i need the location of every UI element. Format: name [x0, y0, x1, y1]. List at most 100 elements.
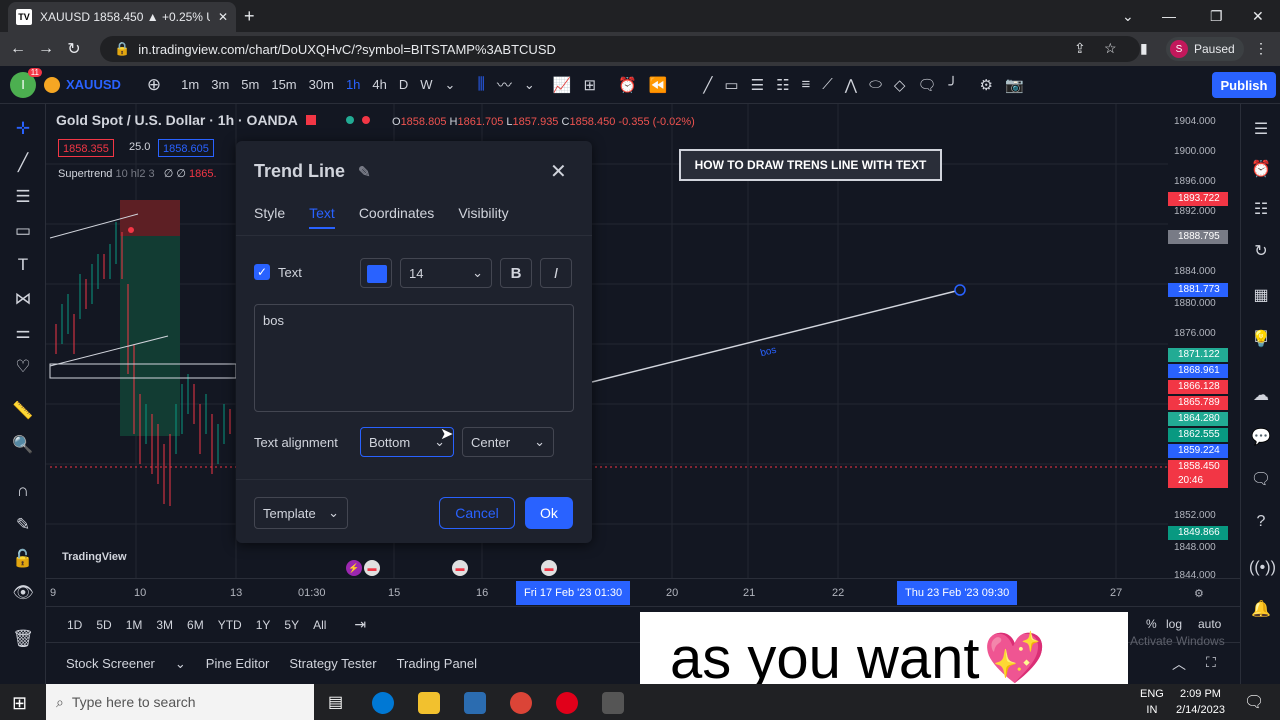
windows-start-icon[interactable]: ⊞	[12, 693, 27, 714]
buy-price[interactable]: 1858.605	[158, 139, 214, 157]
indicators-icon[interactable]: 📈	[547, 76, 578, 94]
tab-search-icon[interactable]: ⌄	[1122, 0, 1134, 32]
taskbar-search-input[interactable]: ⌕ Type here to search	[46, 684, 314, 720]
interval-1h[interactable]: 1h	[340, 77, 366, 92]
italic-toggle[interactable]: I	[540, 258, 572, 288]
flag-icon[interactable]	[305, 115, 316, 125]
range-all[interactable]: All	[306, 618, 333, 632]
close-tab-icon[interactable]: ✕	[218, 10, 228, 24]
auto-scale-toggle[interactable]: auto	[1198, 617, 1221, 631]
trash-icon[interactable]: 🗑	[10, 626, 36, 652]
broadcast-icon[interactable]: ((•))	[1249, 556, 1276, 580]
interval-15m[interactable]: 15m	[265, 77, 302, 92]
interval-3m[interactable]: 3m	[205, 77, 235, 92]
chats-icon[interactable]: 💬	[1249, 426, 1273, 450]
range-5y[interactable]: 5Y	[277, 618, 306, 632]
tab-stock-screener[interactable]: Stock Screener	[56, 656, 165, 671]
tab-coordinates[interactable]: Coordinates	[359, 205, 435, 229]
app-icon[interactable]	[602, 692, 624, 714]
interval-30m[interactable]: 30m	[303, 77, 340, 92]
bookmark-star-icon[interactable]: ☆	[1104, 40, 1117, 57]
user-avatar[interactable]: I 11	[10, 67, 42, 98]
interval-1m[interactable]: 1m	[175, 77, 205, 92]
text-tool-icon[interactable]: T	[10, 252, 36, 278]
file-explorer-icon[interactable]	[418, 692, 440, 714]
interval-d[interactable]: D	[393, 77, 414, 92]
comment-tool-icon[interactable]: 🗨	[911, 76, 942, 94]
ellipse-tool-icon[interactable]: ⬭	[863, 76, 888, 93]
chart-annotation-box[interactable]: HOW TO DRAW TRENS LINE WITH TEXT	[679, 149, 942, 181]
store-icon[interactable]	[464, 692, 486, 714]
maximize-panel-icon[interactable]: ⛶	[1206, 654, 1216, 671]
template-dropdown[interactable]: Template ⌄	[254, 497, 348, 529]
dialog-close-icon[interactable]: ✕	[550, 159, 567, 184]
text-input-area[interactable]: bos	[254, 304, 574, 412]
tab-pine-editor[interactable]: Pine Editor	[196, 656, 280, 671]
tab-trading-panel[interactable]: Trading Panel	[387, 656, 487, 671]
side-panel-icon[interactable]: ▮	[1140, 40, 1148, 57]
sell-price[interactable]: 1858.355	[58, 139, 114, 157]
range-3m[interactable]: 3M	[149, 618, 180, 632]
ruler-icon[interactable]: 📏	[10, 398, 36, 424]
lock-drawings-icon[interactable]: ✎	[10, 512, 36, 538]
rectangle-icon[interactable]: ▭	[10, 218, 36, 244]
zoom-in-icon[interactable]: 🔍	[10, 432, 36, 458]
path-tool-icon[interactable]: ⟋	[816, 76, 839, 93]
data-window-icon[interactable]: ☷	[1249, 198, 1273, 222]
forward-icon[interactable]: →	[32, 40, 60, 58]
alerts-clock-icon[interactable]: ⏰	[1249, 158, 1273, 182]
hotlists-icon[interactable]: ↻	[1249, 240, 1273, 264]
edge-browser-icon[interactable]	[372, 692, 394, 714]
polyline-tool-icon[interactable]: ⋀	[839, 76, 863, 94]
maximize-icon[interactable]: ❐	[1210, 0, 1223, 32]
interval-dropdown-icon[interactable]: ⌄	[439, 77, 462, 93]
price-scale[interactable]: 1904.000 1900.000 1896.000 1892.000 1884…	[1168, 104, 1240, 581]
collapse-panel-icon[interactable]: ︿	[1172, 654, 1186, 674]
percent-scale-toggle[interactable]: %	[1146, 617, 1157, 631]
compare-add-icon[interactable]: ⊕	[141, 75, 167, 95]
tab-style[interactable]: Style	[254, 205, 285, 229]
layout-grid-icon[interactable]: ⊞	[577, 76, 602, 94]
publish-button[interactable]: Publish	[1212, 72, 1276, 98]
interval-4h[interactable]: 4h	[366, 77, 392, 92]
eye-icon[interactable]: 👁	[10, 580, 36, 606]
parallel-channel-icon[interactable]: ≡	[796, 76, 817, 93]
browser-menu-icon[interactable]: ⋮	[1254, 40, 1268, 57]
candles-chart-type-icon[interactable]: ⫼	[471, 76, 490, 94]
ok-button[interactable]: Ok	[525, 497, 573, 529]
trend-line-handle[interactable]	[954, 284, 966, 296]
pattern-icon[interactable]: ⋈	[10, 286, 36, 312]
lock-icon[interactable]: 🔓	[10, 546, 36, 572]
favorites-heart-icon[interactable]: ♡	[10, 354, 36, 380]
line-chart-type-icon[interactable]: 〰	[491, 74, 518, 95]
range-ytd[interactable]: YTD	[211, 618, 249, 632]
replay-icon[interactable]: ⏪	[643, 76, 674, 94]
close-window-icon[interactable]: ✕	[1252, 0, 1264, 32]
us-flag-event-icon[interactable]: ▬	[364, 560, 380, 576]
range-6m[interactable]: 6M	[180, 618, 211, 632]
language-indicator[interactable]: ENG IN	[1140, 686, 1164, 718]
browser-tab[interactable]: TV XAUUSD 1858.450 ▲ +0.25% Un ✕	[8, 2, 236, 32]
fib-tool-icon[interactable]: ☰	[745, 76, 770, 94]
notification-center-icon[interactable]: 🗨	[1244, 692, 1264, 712]
log-scale-toggle[interactable]: log	[1166, 617, 1182, 631]
task-view-icon[interactable]: ▤	[328, 692, 343, 712]
prediction-icon[interactable]: ⚌	[10, 320, 36, 346]
taskbar-clock[interactable]: 2:09 PM 2/14/2023	[1176, 686, 1225, 718]
range-5d[interactable]: 5D	[89, 618, 118, 632]
tab-text[interactable]: Text	[309, 205, 335, 229]
time-scale[interactable]: 9 10 13 01:30 15 16 Fri 17 Feb '23 01:30…	[46, 578, 1240, 606]
range-1y[interactable]: 1Y	[249, 618, 278, 632]
reload-icon[interactable]: ↻	[60, 39, 88, 59]
watchlist-icon[interactable]: ☰	[1249, 118, 1273, 142]
text-checkbox[interactable]: ✓	[254, 264, 270, 280]
notifications-bell-icon[interactable]: 🔔	[1249, 598, 1273, 622]
tab-strategy-tester[interactable]: Strategy Tester	[279, 656, 386, 671]
dividend-event-icon[interactable]: ⚡	[346, 560, 362, 576]
opera-icon[interactable]	[556, 692, 578, 714]
screenshot-camera-icon[interactable]: 📷	[999, 76, 1030, 94]
magnet-icon[interactable]: ∩	[10, 478, 36, 504]
rename-pencil-icon[interactable]: ✎	[358, 164, 371, 181]
font-size-select[interactable]: 14 ⌄	[400, 258, 492, 288]
text-color-picker[interactable]	[360, 258, 392, 288]
